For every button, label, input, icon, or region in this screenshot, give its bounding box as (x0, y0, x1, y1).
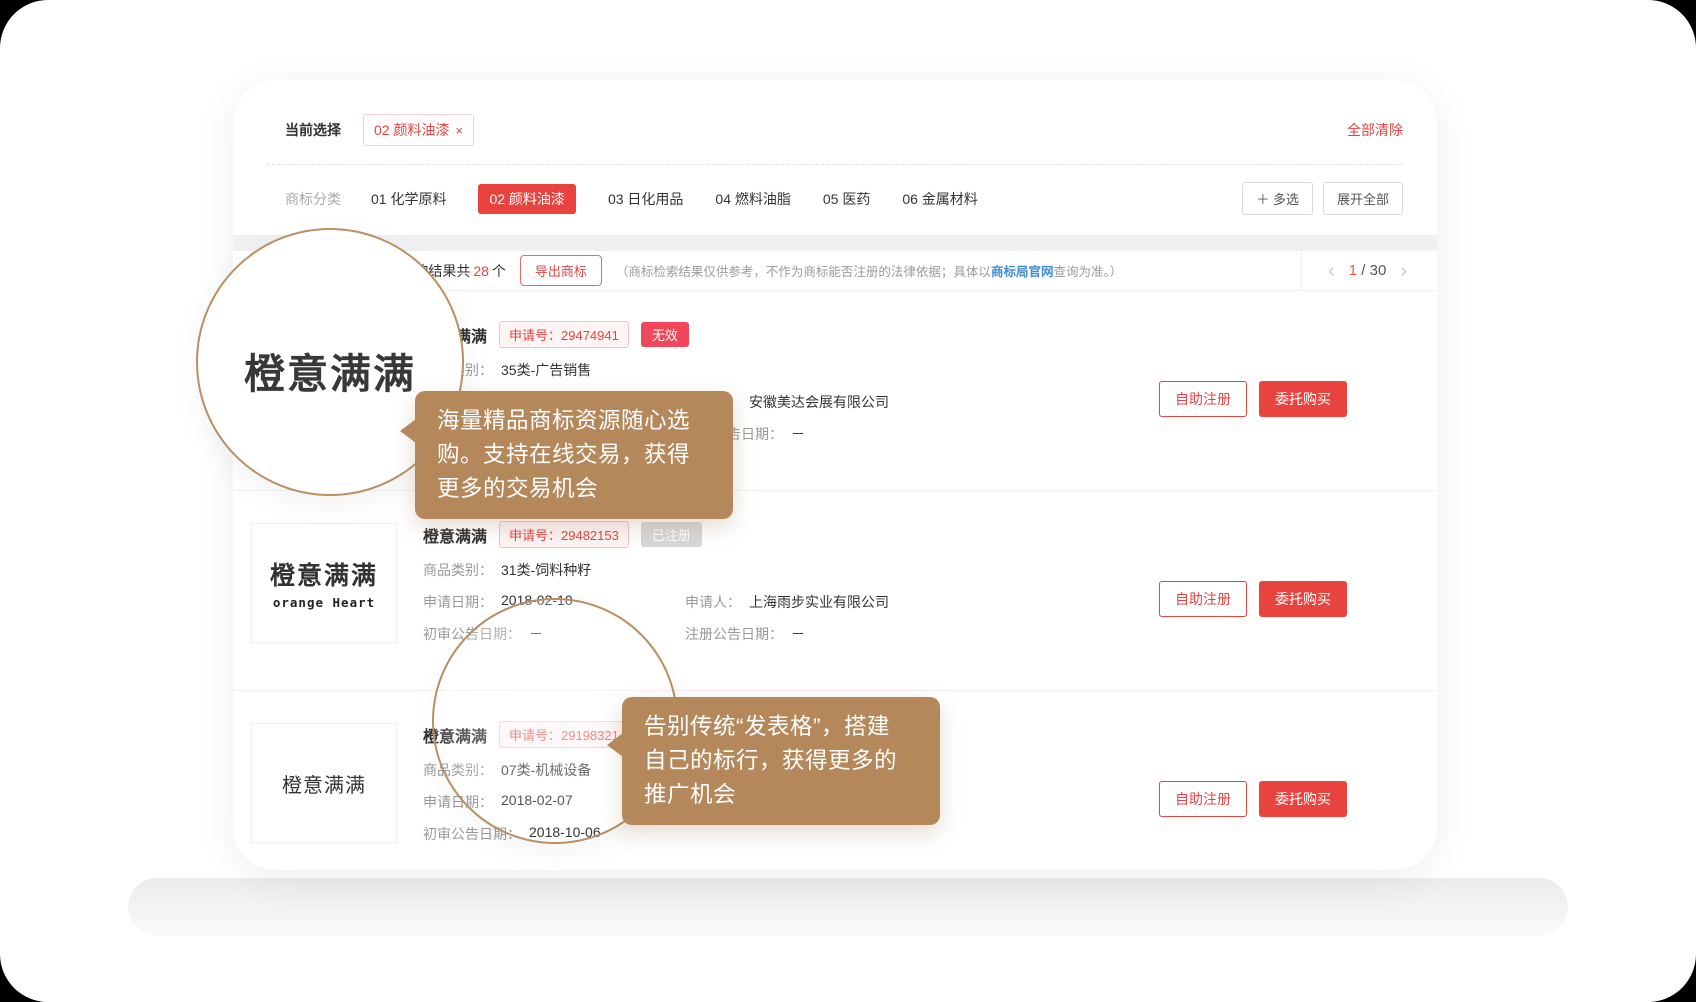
self-register-button[interactable]: 自助注册 (1159, 381, 1247, 417)
applicant-value: 上海雨步实业有限公司 (749, 592, 889, 612)
clear-all-link[interactable]: 全部清除 (1347, 120, 1403, 140)
status-badge-registered: 已注册 (641, 522, 702, 547)
export-trademarks-button[interactable]: 导出商标 (520, 255, 602, 286)
category-field-value: 35类-广告销售 (501, 360, 591, 380)
magnified-trademark-text: 橙意满满 (244, 340, 416, 400)
entrusted-purchase-button[interactable]: 委托购买 (1259, 781, 1347, 817)
current-page: 1 (1349, 262, 1357, 279)
total-pages: 30 (1370, 262, 1387, 279)
remove-tag-icon[interactable]: × (455, 123, 463, 138)
self-register-button[interactable]: 自助注册 (1159, 781, 1247, 817)
section-divider (233, 235, 1437, 251)
category-field-value: 31类-饲料种籽 (501, 560, 591, 580)
next-page-icon[interactable]: › (1400, 261, 1407, 281)
self-register-button[interactable]: 自助注册 (1159, 581, 1247, 617)
trademark-image-text: 橙意满满 (270, 556, 378, 592)
pagination: ‹ 1 / 30 › (1301, 251, 1437, 291)
note-pre: （商标检索结果仅供参考，不作为商标能否注册的法律依据；具体以 (616, 265, 991, 279)
disclaimer-note: （商标检索结果仅供参考，不作为商标能否注册的法律依据；具体以商标局官网查询为准。… (616, 261, 1122, 280)
page-separator: / (1361, 262, 1365, 279)
category-item-05[interactable]: 05 医药 (823, 184, 870, 214)
trademark-image-2: 橙意满满 orange Heart (251, 523, 397, 643)
application-number-tag: 申请号：29482153 (499, 521, 629, 548)
prev-page-icon[interactable]: ‹ (1328, 261, 1335, 281)
entrusted-purchase-button[interactable]: 委托购买 (1259, 581, 1347, 617)
callout-bubble-1: 海量精品商标资源随心选 购。支持在线交易，获得 更多的交易机会 (415, 391, 733, 519)
applicant-value: 安徽美达会展有限公司 (749, 392, 889, 412)
page-background: 当前选择 02 颜料油漆 × 全部清除 商标分类 01 化学原料 02 颜料油漆… (0, 0, 1696, 1002)
category-item-02-selected[interactable]: 02 颜料油漆 (478, 184, 575, 214)
category-item-01[interactable]: 01 化学原料 (371, 184, 446, 214)
selected-filter-tag[interactable]: 02 颜料油漆 × (363, 114, 474, 146)
current-selection-label: 当前选择 (285, 120, 341, 140)
entrusted-purchase-button[interactable]: 委托购买 (1259, 381, 1347, 417)
summary-count: 28 (473, 263, 489, 279)
status-badge-invalid: 无效 (641, 322, 689, 347)
page-indicator: 1 / 30 (1349, 262, 1387, 279)
filter-panel: 当前选择 02 颜料油漆 × 全部清除 商标分类 01 化学原料 02 颜料油漆… (233, 80, 1437, 235)
device-base-bar (128, 878, 1568, 936)
trademark-image-3: 橙意满满 (251, 723, 397, 843)
registration-publication-value: － (791, 424, 805, 444)
trademark-name: 橙意满满 (423, 523, 487, 547)
trademark-office-link[interactable]: 商标局官网 (991, 265, 1054, 279)
trademark-image-subtext: orange Heart (273, 595, 375, 610)
application-number-tag: 申请号：29474941 (499, 321, 629, 348)
callout-bubble-2: 告别传统“发表格”，搭建 自己的标行，获得更多的 推广机会 (622, 697, 940, 825)
category-item-03[interactable]: 03 日化用品 (608, 184, 683, 214)
category-item-04[interactable]: 04 燃料油脂 (715, 184, 790, 214)
apply-date-label: 申请日期： (423, 592, 493, 612)
note-post: 查询为准。） (1053, 265, 1122, 279)
applicant-label: 申请人： (685, 592, 741, 612)
trademark-image-text: 橙意满满 (282, 769, 366, 798)
category-row: 商标分类 01 化学原料 02 颜料油漆 03 日化用品 04 燃料油脂 05 … (267, 165, 1403, 235)
category-item-06[interactable]: 06 金属材料 (902, 184, 977, 214)
summary-suffix: 个 (492, 263, 506, 279)
category-label: 商标分类 (285, 189, 341, 209)
multi-select-button[interactable]: ＋ 多选 (1242, 182, 1313, 215)
registration-publication-label: 注册公告日期： (685, 624, 783, 644)
current-selection-row: 当前选择 02 颜料油漆 × 全部清除 (267, 106, 1403, 165)
registration-publication-value: － (791, 624, 805, 644)
result-row-2: 橙意满满 orange Heart 橙意满满 申请号：29482153 已注册 … (233, 491, 1437, 691)
expand-all-button[interactable]: 展开全部 (1323, 182, 1403, 215)
category-field-label: 商品类别： (423, 560, 493, 580)
selected-filter-tag-text: 02 颜料油漆 (374, 120, 449, 140)
